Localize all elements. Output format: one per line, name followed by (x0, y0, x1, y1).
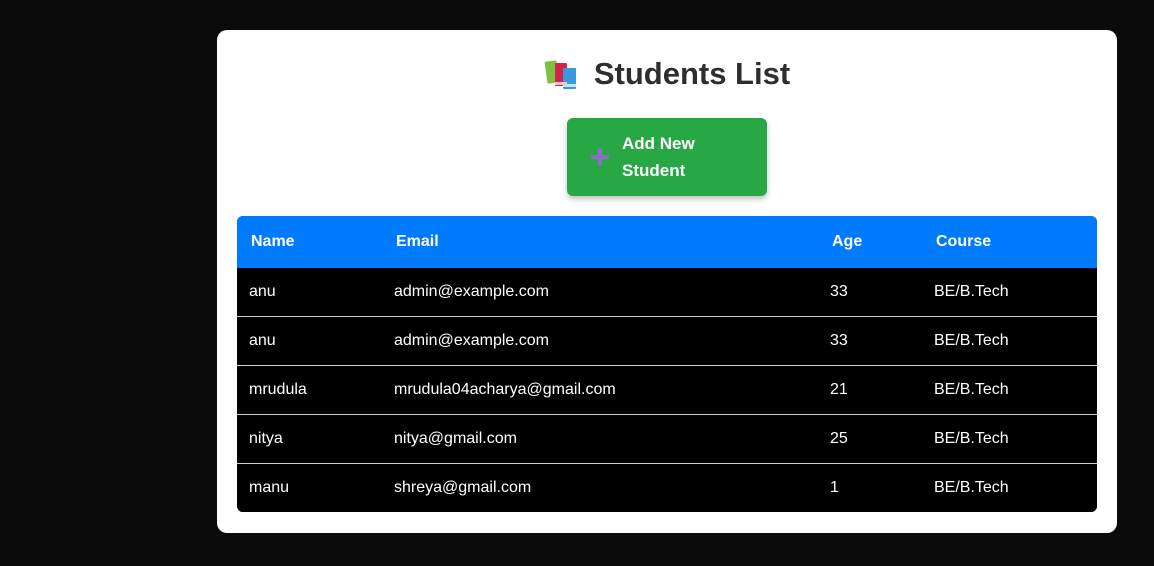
cell-age: 21 (830, 381, 848, 398)
cell-course: BE/B.Tech (934, 430, 1009, 447)
cell-course: BE/B.Tech (934, 283, 1009, 300)
cell-course: BE/B.Tech (934, 381, 1009, 398)
plus-icon (591, 148, 609, 166)
cell-age: 25 (830, 430, 848, 447)
cell-course: BE/B.Tech (934, 332, 1009, 349)
books-icon (544, 57, 580, 91)
cell-name: manu (249, 479, 290, 496)
cell-email: shreya@gmail.com (394, 479, 532, 496)
table-header: Name Email Age Course (237, 216, 1097, 268)
table-row: nitya nitya@gmail.com 25 BE/B.Tech (237, 415, 1097, 464)
table-row: anu admin@example.com 33 BE/B.Tech (237, 268, 1097, 317)
cell-email: admin@example.com (394, 283, 549, 300)
column-header-name[interactable]: Name (251, 216, 295, 268)
add-student-button[interactable]: Add New Student (567, 118, 767, 196)
column-header-email[interactable]: Email (396, 216, 439, 268)
table-row: manu shreya@gmail.com 1 BE/B.Tech (237, 464, 1097, 512)
page-title: Students List (593, 56, 791, 91)
cell-name: mrudula (249, 381, 307, 398)
cell-name: nitya (249, 430, 283, 447)
table-row: anu admin@example.com 33 BE/B.Tech (237, 317, 1097, 366)
cell-name: anu (249, 283, 276, 300)
cell-name: anu (249, 332, 276, 349)
cell-email: mrudula04acharya@gmail.com (394, 381, 616, 398)
add-student-label: Add New Student (622, 134, 695, 180)
column-header-course[interactable]: Course (936, 216, 991, 268)
table-row: mrudula mrudula04acharya@gmail.com 21 BE… (237, 366, 1097, 415)
cell-course: BE/B.Tech (934, 479, 1009, 496)
cell-email: nitya@gmail.com (394, 430, 517, 447)
page-header: Students List (217, 54, 1117, 94)
cell-email: admin@example.com (394, 332, 549, 349)
students-table: Name Email Age Course anu admin@example.… (237, 216, 1097, 512)
cell-age: 33 (830, 332, 848, 349)
cell-age: 1 (830, 479, 839, 496)
column-header-age[interactable]: Age (832, 216, 862, 268)
cell-age: 33 (830, 283, 848, 300)
